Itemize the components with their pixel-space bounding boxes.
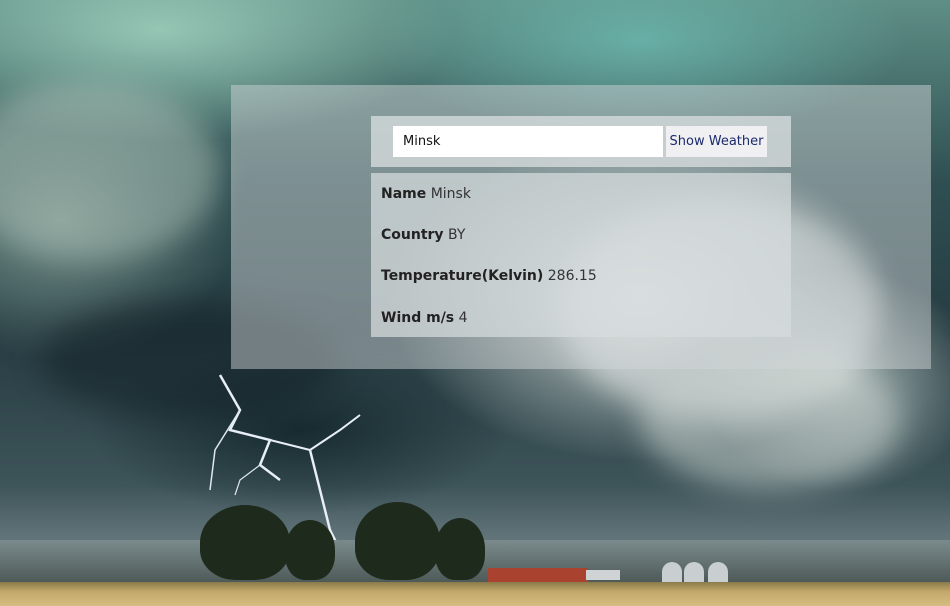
temperature-label: Temperature(Kelvin) [381,268,544,284]
weather-results: Name Minsk Country BY Temperature(Kelvin… [371,173,791,337]
country-value: BY [448,227,466,243]
temperature-value: 286.15 [547,268,597,284]
country-label: Country [381,227,444,243]
temperature-row: Temperature(Kelvin) 286.15 [381,268,597,284]
barn-roof [586,570,620,580]
tree [285,520,335,580]
name-row: Name Minsk [381,186,471,202]
tree [435,518,485,580]
wind-value: 4 [458,310,468,326]
background-scene: Show Weather Name Minsk Country BY Tempe… [0,0,950,606]
tree [355,502,440,580]
show-weather-button[interactable]: Show Weather [666,126,767,157]
country-row: Country BY [381,227,465,243]
cloud [0,80,220,260]
tree [200,505,290,580]
cloud [640,350,900,490]
wheat-field [0,582,950,606]
wind-label: Wind m/s [381,310,455,326]
name-value: Minsk [430,186,471,202]
city-search-input[interactable] [393,126,663,157]
wind-row: Wind m/s 4 [381,310,468,326]
name-label: Name [381,186,427,202]
